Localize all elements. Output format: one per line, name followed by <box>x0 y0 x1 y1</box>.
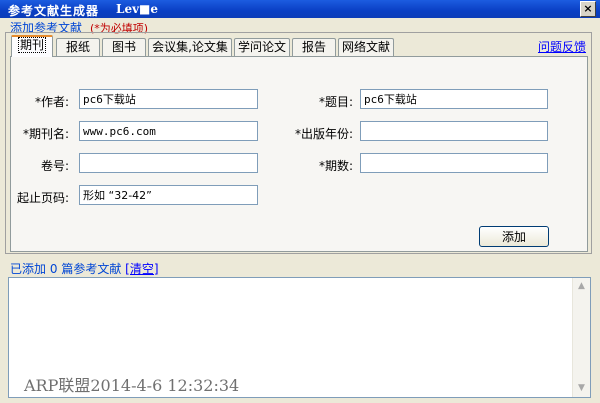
tab-proceedings-label: 会议集,论文集 <box>152 40 228 54</box>
tab-journal[interactable]: 期刊 <box>11 35 53 57</box>
tab-thesis[interactable]: 学问论文 <box>234 38 290 56</box>
tab-newspaper-label: 报纸 <box>65 40 90 54</box>
journal-label: *期刊名: <box>22 127 69 141</box>
added-prefix: 已添加 <box>10 262 47 276</box>
journal-field[interactable] <box>79 121 258 141</box>
tab-book-label: 图书 <box>111 40 136 54</box>
close-icon: × <box>583 2 593 15</box>
year-field[interactable] <box>360 121 548 141</box>
year-label: *出版年份: <box>294 127 353 141</box>
volume-label: 卷号: <box>40 159 69 173</box>
window-title-suffix: Lev■e <box>116 2 159 16</box>
add-button[interactable]: 添加 <box>479 226 549 247</box>
tab-report[interactable]: 报告 <box>292 38 336 56</box>
tab-newspaper[interactable]: 报纸 <box>56 38 100 56</box>
tab-proceedings[interactable]: 会议集,论文集 <box>148 38 232 56</box>
pages-label: 起止页码: <box>16 191 69 205</box>
added-count-status: 已添加 0 篇参考文献 [清空] <box>10 260 159 277</box>
pages-field[interactable] <box>79 185 258 205</box>
added-suffix: 篇参考文献 <box>61 262 122 276</box>
scroll-up-icon[interactable]: ▲ <box>573 278 590 295</box>
watermark-text: ARP联盟2014-4-6 12:32:34 <box>24 376 240 395</box>
scroll-down-icon[interactable]: ▼ <box>573 380 590 397</box>
tab-web-label: 网络文献 <box>341 40 390 54</box>
tab-thesis-label: 学问论文 <box>237 40 286 54</box>
title-field[interactable] <box>360 89 548 109</box>
added-count: 0 <box>49 262 58 276</box>
issue-label: *期数: <box>318 159 353 173</box>
author-field[interactable] <box>79 89 258 109</box>
tab-report-label: 报告 <box>301 40 326 54</box>
title-bar: 参考文献生成器 Lev■e × <box>0 0 600 18</box>
volume-field[interactable] <box>79 153 258 173</box>
tab-web[interactable]: 网络文献 <box>338 38 394 56</box>
tab-journal-label: 期刊 <box>17 37 47 53</box>
feedback-link[interactable]: 问题反馈 <box>538 38 586 55</box>
close-button[interactable]: × <box>580 1 596 17</box>
window-title: 参考文献生成器 <box>8 4 100 18</box>
vertical-scrollbar[interactable]: ▲ ▼ <box>572 278 590 397</box>
tab-book[interactable]: 图书 <box>102 38 146 56</box>
clear-link[interactable]: [清空] <box>125 262 158 276</box>
issue-field[interactable] <box>360 153 548 173</box>
title-label: *题目: <box>318 95 353 109</box>
author-label: *作者: <box>34 95 69 109</box>
